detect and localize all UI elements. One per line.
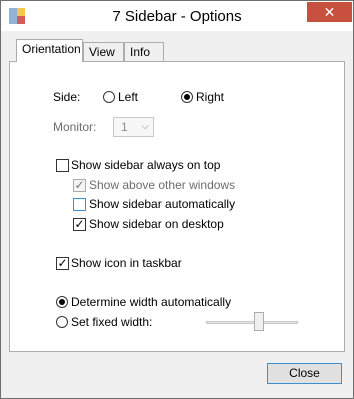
fixed-width-label[interactable]: Set fixed width: bbox=[71, 315, 152, 329]
side-left-radio[interactable] bbox=[103, 91, 115, 103]
width-slider-thumb[interactable] bbox=[254, 312, 264, 331]
window-close-button[interactable]: ✕ bbox=[307, 2, 352, 22]
monitor-value: 1 bbox=[121, 120, 128, 134]
auto-width-label[interactable]: Determine width automatically bbox=[71, 295, 231, 309]
taskbar-icon-checkbox[interactable]: ✓ bbox=[56, 257, 69, 270]
title-bar[interactable]: 7 Sidebar - Options ✕ bbox=[1, 1, 353, 31]
fixed-width-radio[interactable] bbox=[56, 316, 68, 328]
chevron-down-icon: ⌵ bbox=[141, 121, 149, 132]
above-other-windows-checkbox[interactable]: ✓ bbox=[73, 179, 86, 192]
window-title: 7 Sidebar - Options bbox=[112, 8, 242, 25]
side-label: Side: bbox=[53, 90, 81, 104]
above-other-windows-label[interactable]: Show above other windows bbox=[89, 178, 235, 192]
always-on-top-checkbox[interactable] bbox=[56, 159, 69, 172]
tab-view[interactable]: View bbox=[83, 42, 124, 62]
monitor-select[interactable]: 1 ⌵ bbox=[113, 117, 154, 137]
show-automatically-label[interactable]: Show sidebar automatically bbox=[89, 197, 235, 211]
show-automatically-checkbox[interactable] bbox=[73, 198, 86, 211]
tab-info[interactable]: Info bbox=[124, 42, 164, 62]
always-on-top-label[interactable]: Show sidebar always on top bbox=[71, 158, 220, 172]
side-right-radio[interactable] bbox=[181, 91, 193, 103]
taskbar-icon-label[interactable]: Show icon in taskbar bbox=[71, 256, 182, 270]
tab-orientation[interactable]: Orientation bbox=[16, 39, 83, 62]
side-right-label[interactable]: Right bbox=[196, 90, 224, 104]
monitor-label: Monitor: bbox=[53, 120, 97, 134]
width-slider-track[interactable] bbox=[206, 321, 298, 324]
options-window: 7 Sidebar - Options ✕ Orientation View I… bbox=[0, 0, 354, 399]
side-left-label[interactable]: Left bbox=[118, 90, 138, 104]
close-button[interactable]: Close bbox=[267, 363, 342, 384]
auto-width-radio[interactable] bbox=[56, 296, 68, 308]
show-on-desktop-label[interactable]: Show sidebar on desktop bbox=[89, 217, 224, 231]
show-on-desktop-checkbox[interactable]: ✓ bbox=[73, 218, 86, 231]
